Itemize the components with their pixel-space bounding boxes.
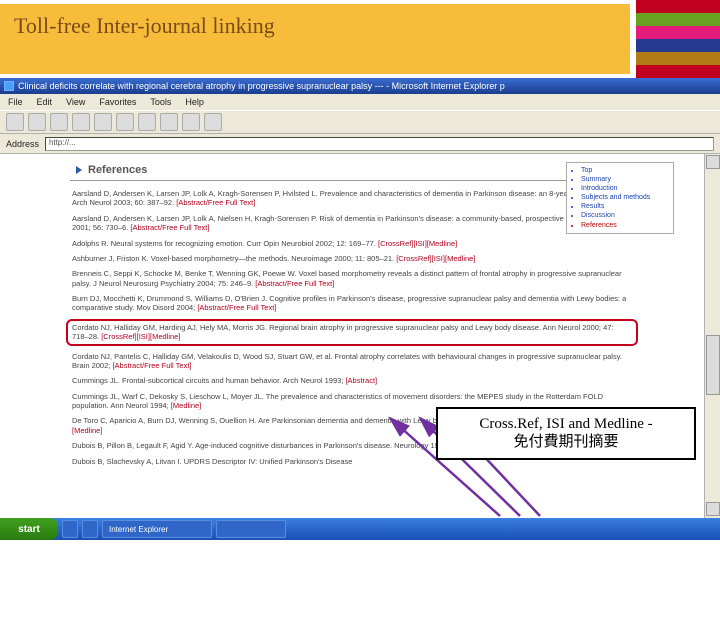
window-title-text: Clinical deficits correlate with regiona…	[18, 78, 505, 94]
reference-link[interactable]: [Medline]	[171, 401, 201, 410]
browser-window: Clinical deficits correlate with regiona…	[0, 78, 720, 540]
nav-link[interactable]: Top	[581, 166, 669, 175]
reference-link[interactable]: [ISI]	[432, 254, 445, 263]
reference-item: Cordato NJ, Pantelis C, Halliday GM, Vel…	[70, 352, 634, 371]
callout-line1: Cross.Ref, ISI and Medline -	[448, 415, 684, 434]
back-button[interactable]	[6, 113, 24, 131]
toolbar	[0, 110, 720, 134]
reference-item: Brenneis C, Seppi K, Schocke M, Benke T,…	[70, 269, 634, 288]
favorites-button[interactable]	[138, 113, 156, 131]
menubar: File Edit View Favorites Tools Help	[0, 94, 720, 110]
menu-tools[interactable]: Tools	[150, 97, 171, 107]
reference-item: Adolphs R. Neural systems for recognizin…	[70, 239, 634, 248]
reference-link[interactable]: [Abstract/Free Full Text]	[197, 303, 276, 312]
scroll-thumb[interactable]	[706, 335, 720, 395]
nav-link[interactable]: Results	[581, 202, 669, 211]
decorative-stripes	[636, 0, 720, 78]
history-button[interactable]	[160, 113, 178, 131]
search-button[interactable]	[116, 113, 134, 131]
address-input[interactable]: http://...	[45, 137, 714, 151]
reference-link[interactable]: [ISI]	[413, 239, 426, 248]
nav-link[interactable]: Discussion	[581, 211, 669, 220]
home-button[interactable]	[94, 113, 112, 131]
address-bar: Address http://...	[0, 134, 720, 154]
vertical-scrollbar[interactable]	[704, 154, 720, 518]
forward-button[interactable]	[28, 113, 46, 131]
references-heading: References	[70, 160, 634, 181]
reference-item: Cordato NJ, Halliday GM, Harding AJ, Hel…	[66, 319, 638, 346]
scroll-down-button[interactable]	[706, 502, 720, 516]
nav-link[interactable]: Subjects and methods	[581, 193, 669, 202]
reference-item: Burn DJ, Mocchetti K, Drummond S, Willia…	[70, 294, 634, 313]
nav-link[interactable]: Introduction	[581, 184, 669, 193]
reference-link[interactable]: [Abstract/Free Full Text]	[130, 223, 209, 232]
ie-icon	[4, 81, 14, 91]
reference-link[interactable]: [ISI]	[137, 332, 150, 341]
reference-link[interactable]: [CrossRef]	[396, 254, 431, 263]
window-titlebar: Clinical deficits correlate with regiona…	[0, 78, 720, 94]
menu-favorites[interactable]: Favorites	[99, 97, 136, 107]
start-button[interactable]: start	[0, 518, 58, 540]
reference-link[interactable]: [Abstract]	[345, 376, 377, 385]
callout-box: Cross.Ref, ISI and Medline - 免付費期刊摘要	[436, 407, 696, 461]
reference-link[interactable]: [Medline]	[445, 254, 475, 263]
reference-item: Aarsland D, Andersen K, Larsen JP, Lolk …	[70, 189, 634, 208]
taskbar-item[interactable]	[216, 520, 286, 538]
section-nav: TopSummaryIntroductionSubjects and metho…	[566, 162, 674, 234]
reference-link[interactable]: [Abstract/Free Full Text]	[112, 361, 191, 370]
reference-link[interactable]: [Medline]	[427, 239, 457, 248]
taskbar-item[interactable]	[82, 520, 98, 538]
taskbar-item[interactable]: Internet Explorer	[102, 520, 212, 538]
reference-link[interactable]: [Abstract/Free Full Text]	[255, 279, 334, 288]
expand-icon	[76, 166, 82, 174]
menu-view[interactable]: View	[66, 97, 85, 107]
menu-file[interactable]: File	[8, 97, 23, 107]
callout-line2: 免付費期刊摘要	[448, 433, 684, 452]
title-band: Toll-free Inter-journal linking	[0, 4, 630, 74]
slide-header: Toll-free Inter-journal linking	[0, 0, 720, 78]
menu-help[interactable]: Help	[185, 97, 204, 107]
reference-link[interactable]: [Medline]	[72, 426, 102, 435]
reference-link[interactable]: [Medline]	[150, 332, 180, 341]
reference-link[interactable]: [CrossRef]	[101, 332, 136, 341]
slide-title: Toll-free Inter-journal linking	[14, 12, 616, 41]
taskbar: start Internet Explorer	[0, 518, 720, 540]
nav-link[interactable]: References	[581, 221, 669, 230]
reference-item: Cummings JL. Frontal-subcortical circuit…	[70, 376, 634, 385]
mail-button[interactable]	[182, 113, 200, 131]
nav-link[interactable]: Summary	[581, 175, 669, 184]
menu-edit[interactable]: Edit	[37, 97, 53, 107]
address-label: Address	[6, 139, 39, 149]
stop-button[interactable]	[50, 113, 68, 131]
reference-link[interactable]: [CrossRef]	[378, 239, 413, 248]
scroll-up-button[interactable]	[706, 155, 720, 169]
print-button[interactable]	[204, 113, 222, 131]
taskbar-item[interactable]	[62, 520, 78, 538]
reference-item: Aarsland D, Andersen K, Larsen JP, Lolk …	[70, 214, 634, 233]
reference-link[interactable]: [Abstract/Free Full Text]	[176, 198, 255, 207]
refresh-button[interactable]	[72, 113, 90, 131]
reference-item: Ashburner J, Friston K. Voxel-based morp…	[70, 254, 634, 263]
page-content: References TopSummaryIntroductionSubject…	[0, 154, 704, 518]
